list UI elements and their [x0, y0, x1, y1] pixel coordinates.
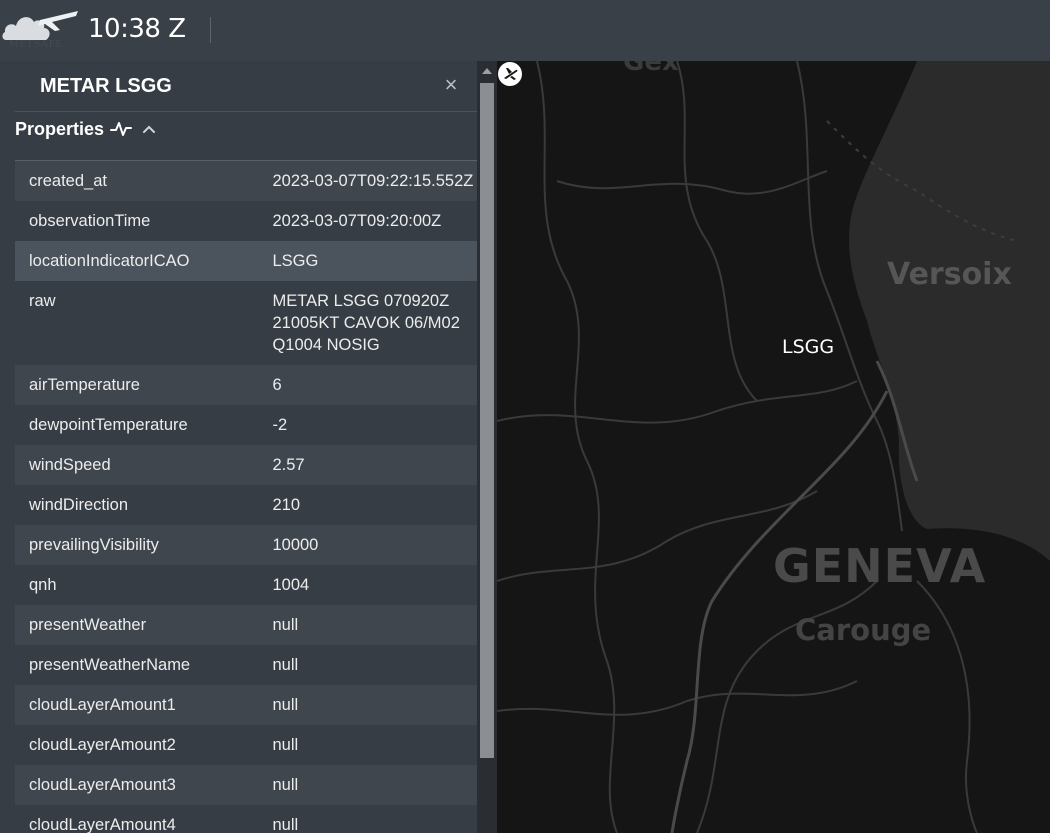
- property-row: cloudLayerAmount3 null: [15, 765, 477, 805]
- property-key: locationIndicatorICAO: [29, 252, 190, 270]
- metsafe-logo[interactable]: METSAFE: [0, 0, 82, 60]
- properties-label: Properties: [15, 118, 105, 139]
- property-row: observationTime 2023-03-07T09:20:00Z: [15, 201, 477, 241]
- station-label: LSGG: [782, 336, 835, 358]
- property-row: cloudLayerAmount1 null: [15, 685, 477, 725]
- scroll-up-arrow-icon[interactable]: [482, 68, 492, 74]
- property-key: dewpointTemperature: [29, 416, 188, 434]
- properties-section-toggle[interactable]: Properties: [15, 116, 156, 142]
- property-value: null: [272, 816, 299, 833]
- top-bar: METSAFE 10:38 Z: [0, 0, 1050, 62]
- map-view[interactable]: Gex Versoix GENEVA Carouge LSGG: [497, 61, 1050, 833]
- property-value: 2023-03-07T09:20:00Z: [272, 212, 442, 230]
- property-key: qnh: [29, 576, 57, 594]
- property-value: 2023-03-07T09:22:15.552Z: [272, 172, 474, 190]
- property-value: -2: [272, 416, 288, 434]
- property-value: null: [272, 736, 299, 754]
- activity-pulse-icon: [110, 122, 133, 136]
- close-button[interactable]: ×: [441, 73, 461, 97]
- property-value: LSGG: [272, 252, 319, 270]
- property-key: windSpeed: [29, 456, 111, 474]
- property-row: airTemperature 6: [15, 365, 477, 405]
- property-key: presentWeather: [29, 616, 147, 634]
- property-value: null: [272, 616, 299, 634]
- property-value: null: [272, 696, 299, 714]
- divider: [210, 17, 211, 43]
- property-row: cloudLayerAmount4 null: [15, 805, 477, 833]
- map-label-gex: Gex: [623, 61, 679, 77]
- property-row: windDirection 210: [15, 485, 477, 525]
- property-value: 2.57: [272, 456, 305, 474]
- property-row: presentWeatherName null: [15, 645, 477, 685]
- property-row: prevailingVisibility 10000: [15, 525, 477, 565]
- panel-header: METAR LSGG ×: [15, 61, 477, 112]
- property-value: 10000: [272, 536, 319, 554]
- utc-clock: 10:38 Z: [88, 14, 186, 44]
- property-row: dewpointTemperature -2: [15, 405, 477, 445]
- property-row: raw METAR LSGG 070920Z 21005KT CAVOK 06/M…: [15, 281, 477, 365]
- property-row: created_at 2023-03-07T09:22:15.552Z: [15, 161, 477, 201]
- property-key: created_at: [29, 172, 107, 190]
- property-value: 210: [272, 496, 300, 514]
- chevron-up-icon: [143, 125, 156, 133]
- properties-panel: METAR LSGG × Properties created_at 2023-0…: [0, 61, 477, 833]
- map-label-versoix: Versoix: [887, 257, 1012, 292]
- panel-title: METAR LSGG: [40, 75, 172, 97]
- property-value: 1004: [272, 576, 310, 594]
- property-row: qnh 1004: [15, 565, 477, 605]
- property-key: prevailingVisibility: [29, 536, 159, 554]
- property-value: null: [272, 656, 299, 674]
- property-value: 6: [272, 376, 282, 394]
- panel-scrollbar[interactable]: [477, 61, 497, 833]
- map-label-carouge: Carouge: [795, 613, 932, 647]
- property-key: cloudLayerAmount2: [29, 736, 176, 754]
- property-key: cloudLayerAmount4: [29, 816, 176, 833]
- property-key: cloudLayerAmount3: [29, 776, 176, 794]
- property-row: locationIndicatorICAO LSGG: [15, 241, 477, 281]
- property-key: raw: [29, 292, 56, 310]
- property-key: observationTime: [29, 212, 151, 230]
- scrollbar-thumb[interactable]: [480, 83, 494, 758]
- cloud-plane-icon: [2, 11, 78, 40]
- property-key: airTemperature: [29, 376, 140, 394]
- property-key: presentWeatherName: [29, 656, 191, 674]
- map-terrain: [497, 61, 1050, 833]
- airport-icon[interactable]: [497, 61, 523, 87]
- property-row: presentWeather null: [15, 605, 477, 645]
- property-key: windDirection: [29, 496, 129, 514]
- map-label-geneva: GENEVA: [773, 539, 987, 593]
- property-row: cloudLayerAmount2 null: [15, 725, 477, 765]
- property-key: cloudLayerAmount1: [29, 696, 176, 714]
- property-value: null: [272, 776, 299, 794]
- logo-text: METSAFE: [9, 38, 63, 50]
- property-value: METAR LSGG 070920Z 21005KT CAVOK 06/M02 …: [272, 292, 460, 354]
- property-row: windSpeed 2.57: [15, 445, 477, 485]
- properties-table: created_at 2023-03-07T09:22:15.552Z observ…: [15, 161, 477, 833]
